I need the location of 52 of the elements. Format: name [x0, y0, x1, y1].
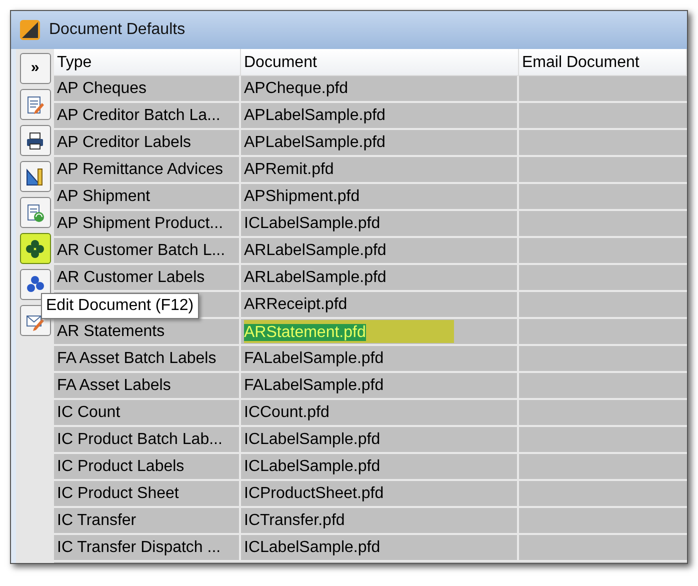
table-cell: FA Asset Batch Labels: [57, 350, 216, 367]
table-cell: AP Cheques: [57, 80, 147, 97]
toolbar-button[interactable]: [20, 125, 50, 156]
toolbar-button[interactable]: [20, 197, 50, 228]
toolbar-button[interactable]: [20, 89, 50, 120]
table-cell: ICTransfer.pfd: [244, 512, 345, 529]
table-cell: FALabelSample.pfd: [244, 350, 384, 367]
table-cell: IC Product Sheet: [57, 485, 179, 502]
table-cell: APLabelSample.pfd: [244, 134, 386, 151]
ruler-triangle-icon: [25, 166, 45, 186]
table-cell: IC Count: [57, 404, 120, 421]
table-cell: IC Transfer: [57, 512, 136, 529]
column-header[interactable]: Email Document: [519, 49, 687, 76]
column-header[interactable]: Type: [54, 49, 241, 76]
table-cell: APCheque.pfd: [244, 80, 348, 97]
edit-document-icon: [25, 94, 45, 114]
table-cell: ICLabelSample.pfd: [244, 215, 380, 232]
table-cell: APLabelSample.pfd: [244, 107, 386, 124]
table-cell: ICLabelSample.pfd: [244, 431, 380, 448]
document-refresh-icon: [25, 202, 45, 222]
expand-button[interactable]: »: [20, 53, 50, 84]
table-cell: AP Creditor Labels: [57, 134, 191, 151]
toolbar-button[interactable]: [20, 269, 50, 300]
column-header[interactable]: Document: [241, 49, 519, 76]
table-cell: APShipment.pfd: [244, 188, 360, 205]
table-cell: AP Shipment Product...: [57, 215, 224, 232]
tooltip: Edit Document (F12): [41, 293, 199, 319]
printer-icon: [25, 130, 45, 150]
table-cell: AP Creditor Batch La...: [57, 107, 220, 124]
table-cell: FA Asset Labels: [57, 377, 171, 394]
table-cell: FALabelSample.pfd: [244, 377, 384, 394]
toolbar-button[interactable]: [20, 233, 50, 264]
table-cell: APRemit.pfd: [244, 161, 334, 178]
toolbar-button[interactable]: [20, 161, 50, 192]
table-cell: IC Transfer Dispatch ...: [57, 539, 221, 556]
table-cell: ICLabelSample.pfd: [244, 458, 380, 475]
clover-icon: [25, 238, 45, 258]
window-title: Document Defaults: [49, 20, 186, 40]
table-cell: ARReceipt.pfd: [244, 296, 348, 313]
table-cell: ARLabelSample.pfd: [244, 242, 386, 259]
app-logo-icon: [19, 19, 41, 41]
table-cell: ICLabelSample.pfd: [244, 539, 380, 556]
table-cell: IC Product Labels: [57, 458, 184, 475]
table-cell: AR Customer Batch L...: [57, 242, 226, 259]
table-cell: AR Statements: [57, 323, 165, 340]
table-cell: AP Shipment: [57, 188, 150, 205]
table-cell: AR Customer Labels: [57, 269, 205, 286]
table-cell: ARLabelSample.pfd: [244, 269, 386, 286]
table-cell: ICProductSheet.pfd: [244, 485, 384, 502]
table-cell: ICCount.pfd: [244, 404, 330, 421]
table-cell: AP Remittance Advices: [57, 161, 224, 178]
table-cell: IC Product Batch Lab...: [57, 431, 222, 448]
